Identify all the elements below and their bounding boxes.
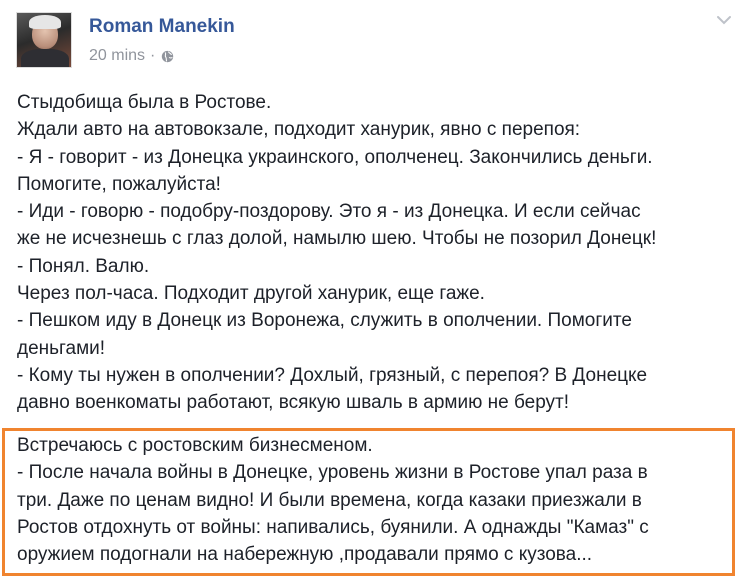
- highlighted-line: оружием подогнали на набережную ,продава…: [17, 544, 593, 566]
- post-line: Ждали авто на автовокзале, подходит хану…: [17, 119, 581, 141]
- post-line: Стыдобища была в Ростове.: [17, 92, 272, 113]
- post-body: Стыдобища была в Ростове. Ждали авто на …: [17, 89, 732, 417]
- post-line: же не исчезнешь с глаз долой, намылю шею…: [17, 228, 657, 250]
- post-line: давно военкоматы работают, всякую шваль …: [17, 392, 570, 414]
- post-line: Через пол-часа. Подходит другой ханурик,…: [17, 283, 485, 305]
- highlighted-line: Встречаюсь с ростовским бизнесменом.: [17, 435, 373, 456]
- chevron-down-icon[interactable]: [716, 14, 732, 26]
- highlighted-line: Ростов отдохнуть от войны: напивались, б…: [17, 516, 649, 538]
- post-line: деньгами!: [17, 337, 106, 359]
- highlighted-line: - После начала войны в Донецке, уровень …: [17, 462, 648, 484]
- post-timestamp[interactable]: 20 mins: [89, 47, 145, 65]
- avatar-hair: [29, 15, 61, 29]
- author-avatar[interactable]: [16, 12, 72, 68]
- post-line: - Я - говорит - из Донецка украинского, …: [17, 146, 653, 168]
- post-line: - Понял. Валю.: [17, 255, 150, 277]
- post-line: - Иди - говорю - подобру-поздорову. Это …: [17, 201, 641, 223]
- post-meta: 20 mins ·: [89, 47, 174, 65]
- meta-separator: ·: [150, 47, 156, 64]
- author-name[interactable]: Roman Manekin: [89, 16, 235, 38]
- globe-icon[interactable]: [161, 50, 174, 63]
- avatar-body: [21, 49, 69, 67]
- post-line: Помогите, пожалуйста!: [17, 173, 221, 195]
- post-line: - Пешком иду в Донецк из Воронежа, служи…: [17, 310, 632, 332]
- post-line: - Кому ты нужен в ополчении? Дохлый, гря…: [17, 364, 648, 386]
- highlighted-passage: Встречаюсь с ростовским бизнесменом. - П…: [17, 432, 732, 568]
- highlighted-line: три. Даже по ценам видно! И были времена…: [17, 489, 642, 511]
